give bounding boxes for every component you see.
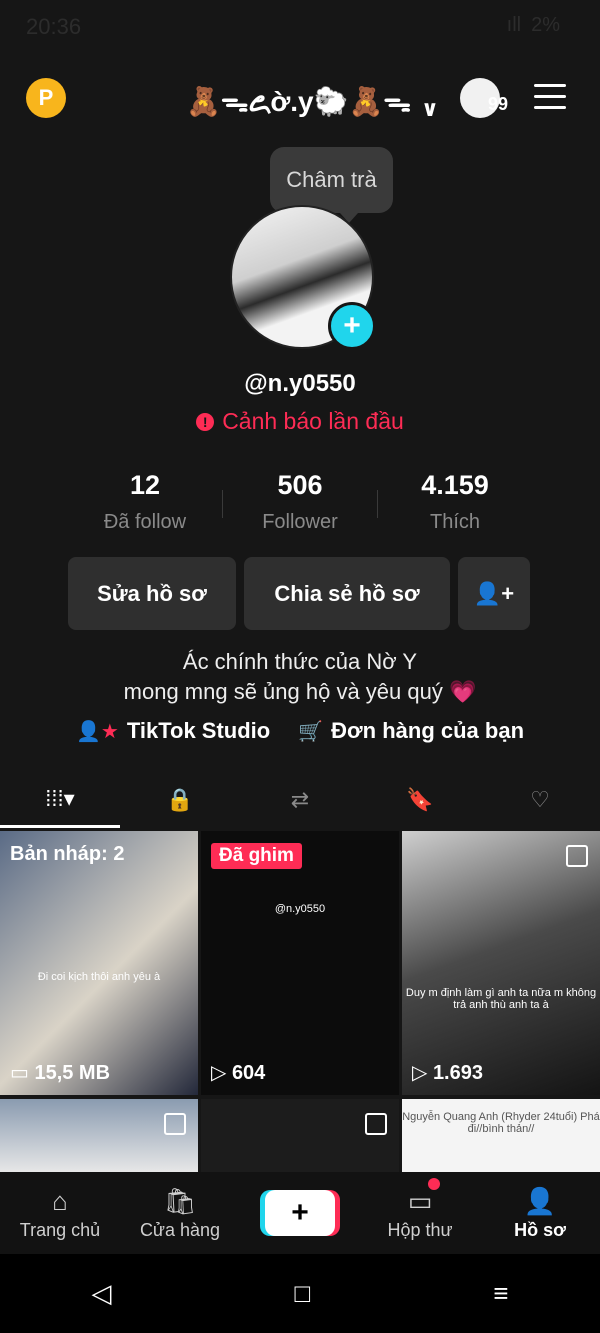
add-friend-button[interactable]: 👤+ [458, 557, 530, 630]
home-icon: ⌂ [52, 1185, 68, 1216]
stat-likes[interactable]: 4.159 Thích [378, 470, 532, 534]
chevron-down-icon: ∨ [420, 95, 439, 121]
menu-icon[interactable] [534, 84, 566, 110]
repost-icon: ⇄ [290, 787, 310, 812]
profile-links: 👤★ TikTok Studio 🛒 Đơn hàng của bạn [0, 718, 600, 744]
cart-icon: 🛒 [298, 720, 324, 743]
stat-following[interactable]: 12 Đã follow [68, 470, 222, 534]
grid-icon: ⁞⁞⁞▾ [45, 785, 75, 811]
thumbnail-caption: Đi coi kịch thôi anh yêu à [37, 971, 161, 983]
nav-inbox[interactable]: ▭ Hộp thư [360, 1172, 480, 1254]
stat-followers[interactable]: 506 Follower [223, 470, 377, 534]
shop-icon: 🛍 [163, 1185, 197, 1216]
bookmark-icon: 🔖 [406, 787, 434, 812]
nav-shop[interactable]: 🛍 Cửa hàng [120, 1172, 240, 1254]
create-icon: + [265, 1190, 335, 1236]
thumbnail-caption: Duy m định làm gì anh ta nữa m không trả… [405, 987, 597, 1011]
account-warning[interactable]: ! Cảnh báo lần đầu [0, 408, 600, 435]
video-thumbnail[interactable]: Nguyễn Quang Anh (Rhyder 24tuổi) Phá đi/… [402, 1099, 600, 1173]
recents-icon[interactable]: ≡ [493, 1278, 508, 1309]
profile-bio: Ác chính thức của Nờ Y mong mng sẽ ủng h… [123, 649, 477, 704]
signal-icon: ıll [506, 14, 522, 36]
warning-text: Cảnh báo lần đầu [222, 408, 404, 434]
warning-icon: ! [196, 412, 215, 431]
edit-profile-button[interactable]: Sửa hồ sơ [68, 557, 236, 630]
profile-topbar: P 🧸ᯓ꧖ờ.y🐑🧸ᯓ ∨ 99 [0, 70, 600, 126]
heart-icon: ♡ [530, 787, 550, 812]
nav-profile[interactable]: 👤 Hồ sơ [480, 1172, 600, 1254]
tab-reposts[interactable]: ⇄ [240, 772, 360, 828]
thumbnail-caption: @n.y0550 [274, 903, 326, 915]
nav-home[interactable]: ⌂ Trang chủ [0, 1172, 120, 1254]
bottom-navigation: ⌂ Trang chủ 🛍 Cửa hàng + ▭ Hộp thư 👤 Hồ … [0, 1172, 600, 1254]
home-button-icon[interactable]: □ [295, 1278, 311, 1309]
tab-private[interactable]: 🔒 [120, 772, 240, 828]
add-user-icon: 👤+ [473, 580, 515, 606]
tab-liked[interactable]: ♡ [480, 772, 600, 828]
thumbnail-caption: Nguyễn Quang Anh (Rhyder 24tuổi) Phá đi/… [402, 1111, 600, 1135]
system-navigation: ◁ □ ≡ [0, 1254, 600, 1333]
inbox-icon: ▭ [407, 1185, 433, 1216]
view-count: ▷ 1.693 [412, 1062, 483, 1084]
video-thumbnail-drafts[interactable]: Bản nháp: 2 Đi coi kịch thôi anh yêu à ▭… [0, 831, 198, 1095]
drafts-label: Bản nháp: 2 [10, 843, 125, 865]
nav-create[interactable]: + [240, 1172, 360, 1254]
status-tooltip[interactable]: Châm trà [270, 147, 393, 223]
pinned-badge: Đã ghim [211, 843, 302, 869]
video-thumbnail-pinned[interactable]: Đã ghim @n.y0550 ▷ 604 [201, 831, 399, 1095]
notification-count: 99 [488, 94, 509, 114]
coin-icon[interactable]: P [26, 78, 66, 118]
status-bar: 20:36 ıll 2% [0, 0, 600, 56]
orders-link[interactable]: 🛒 Đơn hàng của bạn [298, 718, 524, 744]
video-thumbnail[interactable] [0, 1099, 198, 1173]
tooltip-text: Châm trà [286, 167, 377, 192]
lock-icon: 🔒 [166, 787, 194, 812]
video-thumbnail[interactable]: Duy m định làm gì anh ta nữa m không trả… [402, 831, 600, 1095]
account-name: 🧸ᯓ꧖ờ.y🐑🧸ᯓ [186, 86, 411, 117]
back-icon[interactable]: ◁ [92, 1278, 112, 1309]
account-switcher[interactable]: 🧸ᯓ꧖ờ.y🐑🧸ᯓ ∨ [186, 80, 439, 137]
multi-image-icon [365, 1113, 387, 1135]
tiktok-studio-link[interactable]: 👤★ TikTok Studio [76, 718, 270, 744]
multi-image-icon [566, 845, 588, 867]
profile-handle: @n.y0550 [244, 370, 356, 397]
view-count: ▷ 604 [211, 1062, 266, 1084]
video-thumbnail[interactable] [201, 1099, 399, 1173]
avatar-add-icon[interactable]: + [328, 302, 376, 350]
profile-stats: 12 Đã follow 506 Follower 4.159 Thích [68, 470, 532, 534]
draft-size: ▭ 15,5 MB [10, 1062, 111, 1084]
studio-icon: 👤★ [75, 720, 119, 743]
inbox-badge [428, 1178, 440, 1190]
share-profile-button[interactable]: Chia sẻ hồ sơ [244, 557, 450, 630]
tab-favorites[interactable]: 🔖 [360, 772, 480, 828]
tab-videos[interactable]: ⁞⁞⁞▾ [0, 772, 120, 828]
profile-icon: 👤 [523, 1185, 557, 1216]
status-right: ıll 2% [507, 14, 560, 37]
status-time: 20:36 [26, 14, 82, 39]
multi-image-icon [164, 1113, 186, 1135]
content-tabs: ⁞⁞⁞▾ 🔒 ⇄ 🔖 ♡ [0, 772, 600, 828]
battery-level: 2% [531, 14, 560, 36]
